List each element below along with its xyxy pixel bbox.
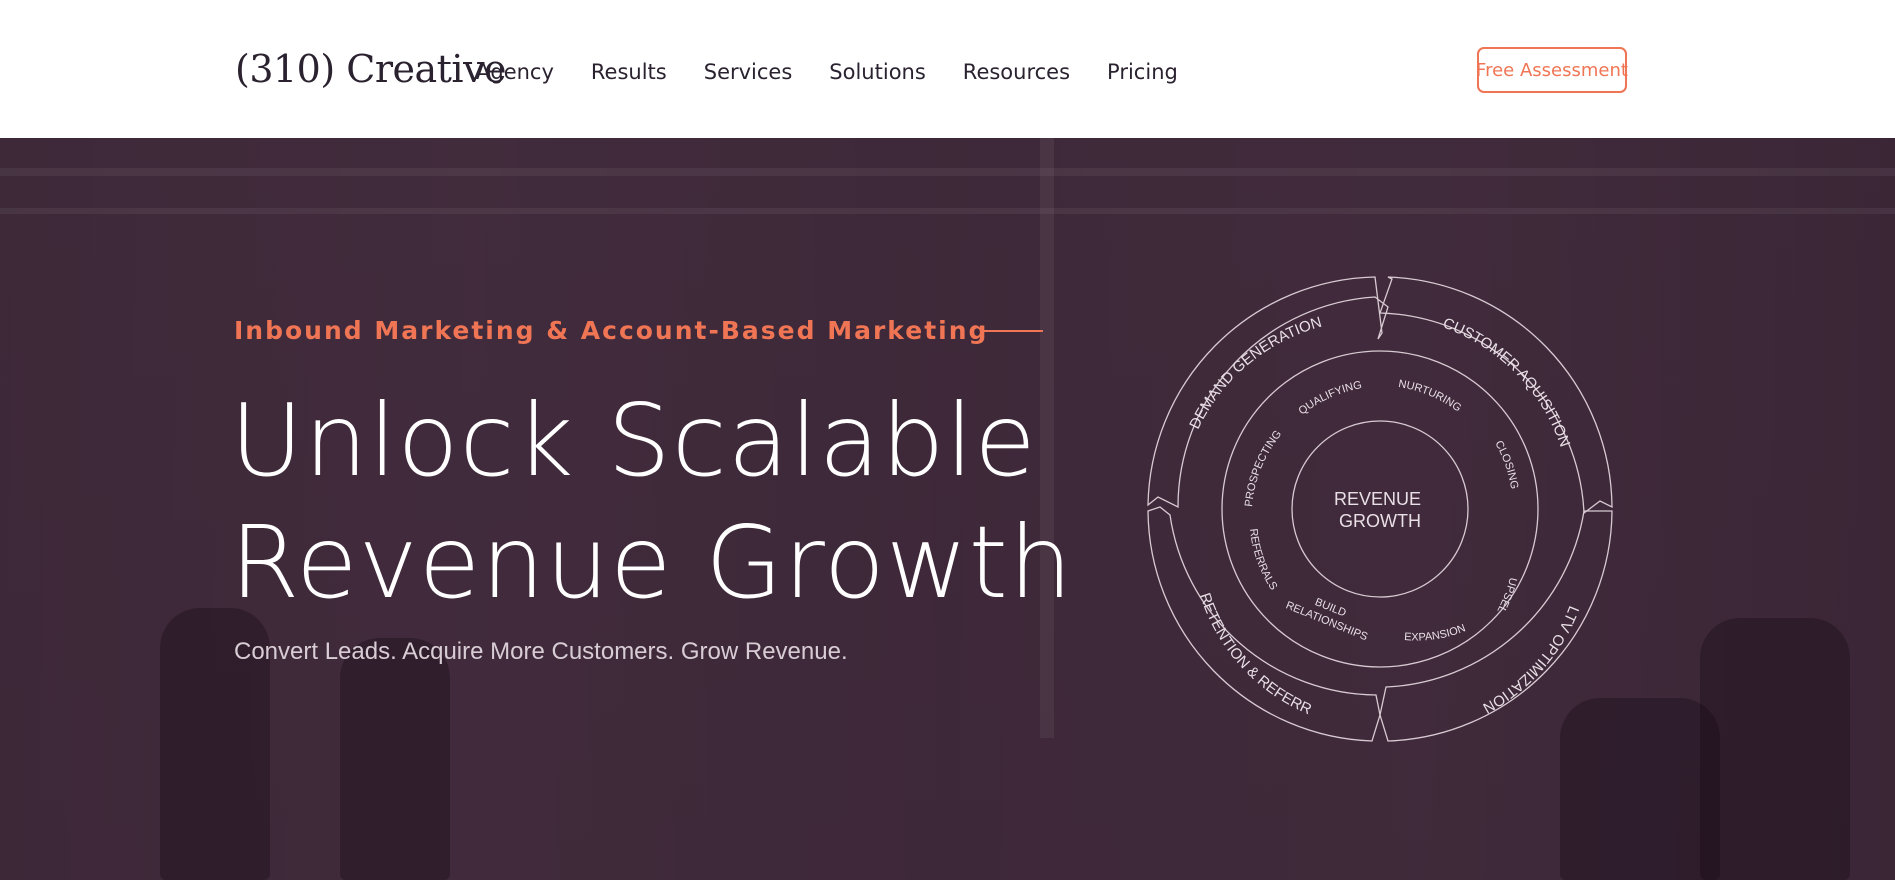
wheel-inner-label: CLOSING bbox=[1492, 439, 1520, 490]
outer-ring-segment bbox=[1379, 276, 1613, 515]
brand-logo[interactable]: (310) Creative bbox=[235, 44, 507, 94]
wheel-center-label: REVENUE GROWTH bbox=[1334, 489, 1426, 531]
wheel-inner-label: REFERRALS bbox=[1247, 528, 1280, 592]
revenue-growth-wheel: REVENUE GROWTH DEMAND GENERATION CUSTOME… bbox=[1140, 275, 1613, 742]
headline-line-2: Revenue Growth bbox=[230, 504, 1074, 621]
ceiling-beam bbox=[0, 208, 1895, 214]
main-nav: Agency Results Services Solutions Resour… bbox=[476, 58, 1215, 86]
hero-headline: Unlock Scalable Revenue Growth bbox=[230, 380, 1073, 624]
inner-ring bbox=[1291, 420, 1469, 598]
hero-subline: Convert Leads. Acquire More Customers. G… bbox=[234, 638, 848, 665]
wheel-inner-label: PROSPECTING bbox=[1243, 428, 1284, 507]
background-figure bbox=[340, 638, 450, 880]
headline-line-1: Unlock Scalable bbox=[230, 382, 1037, 499]
hero-eyebrow: Inbound Marketing & Account-Based Market… bbox=[234, 316, 989, 345]
wheel-outer-label: CUSTOMER AQUISITION bbox=[1441, 315, 1574, 450]
nav-item-results[interactable]: Results bbox=[591, 58, 667, 86]
nav-item-solutions[interactable]: Solutions bbox=[829, 58, 926, 86]
ceiling-beam bbox=[0, 168, 1895, 176]
nav-item-pricing[interactable]: Pricing bbox=[1107, 58, 1178, 86]
wheel-inner-label: EXPANSION bbox=[1404, 622, 1468, 643]
eyebrow-divider bbox=[983, 330, 1043, 332]
site-header: (310) Creative Agency Results Services S… bbox=[0, 0, 1895, 138]
background-figure bbox=[1700, 618, 1850, 880]
nav-item-agency[interactable]: Agency bbox=[476, 58, 554, 86]
wheel-inner-label: NURTURING bbox=[1397, 378, 1463, 414]
free-assessment-button[interactable]: Free Assessment bbox=[1476, 47, 1628, 93]
nav-item-services[interactable]: Services bbox=[704, 58, 793, 86]
middle-ring bbox=[1221, 350, 1539, 668]
wheel-inner-label: QUALIFYING bbox=[1297, 379, 1363, 417]
nav-item-resources[interactable]: Resources bbox=[963, 58, 1070, 86]
